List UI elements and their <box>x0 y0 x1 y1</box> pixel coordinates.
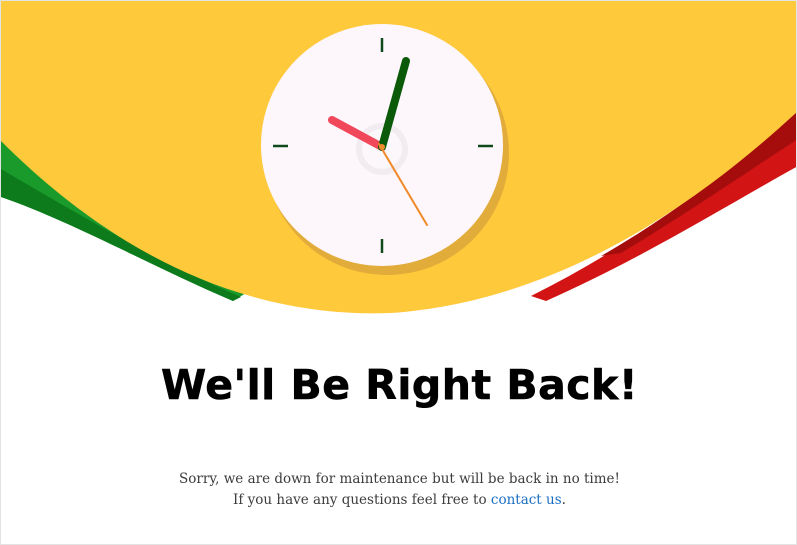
message-line-2: If you have any questions feel free to c… <box>1 490 796 511</box>
clock-pivot <box>379 144 385 150</box>
message-line-2-suffix: . <box>561 492 566 508</box>
message-line-1: Sorry, we are down for maintenance but w… <box>179 471 620 487</box>
hero-illustration <box>1 1 796 314</box>
hero-banner <box>1 1 796 331</box>
maintenance-message: Sorry, we are down for maintenance but w… <box>1 469 796 511</box>
message-line-2-prefix: If you have any questions feel free to <box>233 492 491 508</box>
maintenance-page: We'll Be Right Back! Sorry, we are down … <box>0 0 797 545</box>
contact-us-link[interactable]: contact us <box>491 492 562 508</box>
page-title: We'll Be Right Back! <box>160 361 639 410</box>
